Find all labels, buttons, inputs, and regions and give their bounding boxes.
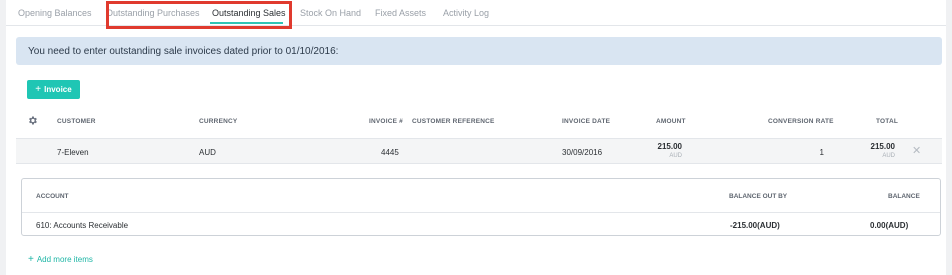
header-amount: AMOUNT	[656, 118, 686, 125]
header-customer: CUSTOMER	[57, 118, 96, 125]
header-customer-reference: CUSTOMER REFERENCE	[412, 118, 495, 125]
tab-opening-balances[interactable]: Opening Balances	[18, 8, 92, 18]
add-more-items-label: Add more items	[36, 255, 93, 264]
header-invoice-number: INVOICE #	[369, 118, 403, 125]
add-more-items-link[interactable]: + Add more items	[28, 254, 93, 265]
row-conversion-rate[interactable]: 1	[806, 148, 824, 157]
plus-icon: +	[28, 254, 34, 265]
remove-row-icon[interactable]: ✕	[912, 144, 921, 157]
header-currency: CURRENCY	[199, 118, 238, 125]
annotation-highlight-box	[106, 1, 292, 29]
header-total: TOTAL	[876, 118, 899, 125]
row-total-currency: AUD	[882, 153, 895, 159]
header-account: ACCOUNT	[36, 193, 69, 200]
account-name: 610: Accounts Receivable	[36, 221, 129, 230]
header-conversion-rate: CONVERSION RATE	[768, 118, 834, 125]
tab-activity-log[interactable]: Activity Log	[443, 8, 489, 18]
info-banner: You need to enter outstanding sale invoi…	[16, 37, 942, 65]
row-invoice-number[interactable]: 4445	[381, 148, 399, 157]
add-invoice-button[interactable]: + Invoice	[27, 80, 80, 99]
row-customer[interactable]: 7-Eleven	[57, 148, 89, 157]
balance-value: 0.00(AUD)	[870, 221, 909, 230]
plus-icon: +	[35, 84, 42, 95]
balance-out-by-value: -215.00(AUD)	[730, 221, 780, 230]
account-panel: ACCOUNT BALANCE OUT BY BALANCE 610: Acco…	[21, 178, 941, 236]
page: Opening Balances Outstanding Purchases O…	[6, 0, 946, 275]
row-amount-currency: AUD	[669, 153, 682, 159]
banner-text: You need to enter outstanding sale invoi…	[28, 46, 339, 57]
divider	[22, 212, 940, 213]
tab-fixed-assets[interactable]: Fixed Assets	[375, 8, 426, 18]
header-balance: BALANCE	[888, 193, 920, 200]
header-invoice-date: INVOICE DATE	[562, 118, 611, 125]
tab-stock-on-hand[interactable]: Stock On Hand	[300, 8, 361, 18]
gear-icon[interactable]	[27, 115, 38, 126]
row-total: 215.00	[870, 142, 895, 151]
header-balance-out-by: BALANCE OUT BY	[729, 193, 788, 200]
row-amount[interactable]: 215.00	[646, 142, 682, 151]
add-invoice-label: Invoice	[44, 85, 72, 94]
row-currency[interactable]: AUD	[199, 148, 216, 157]
table-row[interactable]	[16, 138, 942, 164]
row-invoice-date[interactable]: 30/09/2016	[562, 148, 602, 157]
